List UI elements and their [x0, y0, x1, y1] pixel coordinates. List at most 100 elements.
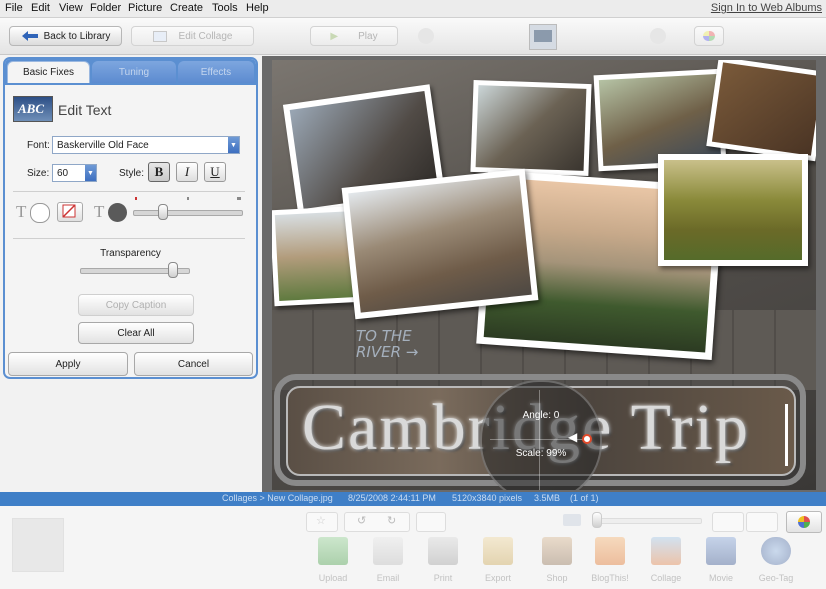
folder-icon [483, 537, 513, 565]
sign-in-link[interactable]: Sign In to Web Albums [711, 2, 822, 14]
outline-width-slider[interactable] [133, 210, 243, 216]
edit-collage-button[interactable]: Edit Collage [131, 26, 254, 46]
photo-tile[interactable] [470, 79, 592, 177]
no-outline-button[interactable] [57, 202, 83, 222]
blogthis-button[interactable]: BlogThis! [588, 537, 632, 583]
view-grid-button[interactable] [746, 512, 778, 532]
collage-button[interactable]: Collage [644, 537, 688, 583]
chevron-down-icon: ▼ [85, 165, 96, 181]
photo-tile[interactable] [341, 168, 539, 320]
menu-create[interactable]: Create [170, 2, 203, 14]
font-value: Baskerville Old Face [57, 139, 149, 151]
blogthis-label: BlogThis! [591, 573, 629, 583]
geo-tag-button[interactable]: Geo-Tag [754, 537, 798, 583]
copy-caption-button[interactable]: Copy Caption [78, 294, 194, 316]
no-color-icon [62, 204, 76, 218]
print-icon [428, 537, 458, 565]
status-filesize: 3.5MB [534, 493, 561, 503]
shop-label: Shop [546, 573, 568, 583]
underline-button[interactable]: U [204, 162, 226, 182]
text-color-t-icon: T [16, 202, 27, 221]
menu-file[interactable]: File [5, 2, 23, 14]
picasa-web-button[interactable] [786, 511, 822, 533]
menu-folder[interactable]: Folder [90, 2, 121, 14]
outline-color-swatch[interactable] [108, 203, 127, 222]
status-bar: Collages > New Collage.jpg 8/25/2008 2:4… [0, 492, 826, 506]
photo-tile[interactable] [706, 60, 816, 162]
movie-label: Movie [708, 573, 733, 583]
menu-bar: File Edit View Folder Picture Create Too… [0, 0, 826, 18]
tab-effects[interactable]: Effects [178, 61, 254, 83]
email-label: Email [376, 573, 400, 583]
movie-button[interactable]: Movie [699, 537, 743, 583]
slider-tick [187, 197, 189, 200]
email-button[interactable]: Email [366, 537, 410, 583]
photo-tray[interactable] [12, 518, 64, 572]
style-label: Style: [119, 168, 145, 179]
rotate-right-icon[interactable] [650, 28, 666, 44]
outline-slider-thumb[interactable] [158, 204, 168, 220]
tab-tuning[interactable]: Tuning [92, 61, 176, 83]
menu-edit[interactable]: Edit [31, 2, 50, 14]
zoom-slider-thumb[interactable] [592, 512, 602, 528]
rotate-left-icon[interactable] [418, 28, 434, 44]
upload-icon [318, 537, 348, 565]
size-select[interactable]: 60 ▼ [52, 164, 97, 182]
shop-button[interactable]: Shop [535, 537, 579, 583]
apply-button[interactable]: Apply [8, 352, 128, 376]
photo-image [348, 175, 532, 313]
play-icon: ▶ [330, 30, 339, 42]
play-label: Play [358, 30, 378, 42]
star-icon: ☆ [316, 515, 326, 527]
arrow-left-icon: ◀ [568, 430, 578, 444]
view-single-button[interactable] [712, 512, 744, 532]
transparency-slider-thumb[interactable] [168, 262, 178, 278]
italic-button[interactable]: I [176, 162, 198, 182]
menu-help[interactable]: Help [246, 2, 269, 14]
collage-canvas[interactable]: TO THE RIVER → Cambridge Trip Angle: 0 S… [262, 56, 826, 492]
tab-basic-fixes[interactable]: Basic Fixes [7, 61, 90, 83]
divider [13, 238, 245, 239]
upload-label: Upload [318, 573, 348, 583]
star-button[interactable]: ☆ [306, 512, 338, 532]
text-cursor [785, 404, 788, 466]
photo-image [598, 73, 722, 167]
menu-view[interactable]: View [59, 2, 83, 14]
status-dimensions: 5120x3840 pixels [452, 493, 523, 503]
play-button[interactable]: ▶ Play [310, 26, 398, 46]
status-count: (1 of 1) [570, 493, 599, 503]
photo-image [475, 85, 587, 171]
blogger-icon [595, 537, 625, 565]
upload-button[interactable]: Upload [311, 537, 355, 583]
rotate-buttons[interactable]: ↺ ↻ [344, 512, 410, 532]
rotate-scale-dial[interactable]: Angle: 0 Scale: 99% ◀ [480, 380, 602, 490]
panel-background [0, 382, 262, 492]
zoom-slider[interactable] [592, 518, 702, 524]
print-button[interactable]: Print [421, 537, 465, 583]
graffiti-text: TO THE RIVER → [356, 327, 419, 361]
export-button[interactable]: Export [476, 537, 520, 583]
font-select[interactable]: Baskerville Old Face ▼ [52, 136, 240, 154]
picasa-icon-button[interactable] [694, 26, 724, 46]
clear-all-button[interactable]: Clear All [78, 322, 194, 344]
rotate-ccw-icon: ↺ [357, 515, 367, 527]
filmstrip-thumbnail[interactable] [529, 24, 557, 50]
slider-tick [135, 197, 137, 200]
font-label: Font: [27, 140, 50, 151]
email-icon [373, 537, 403, 565]
text-color-swatch[interactable] [30, 203, 50, 223]
edit-collage-label: Edit Collage [178, 30, 233, 42]
divider [13, 191, 245, 192]
scale-readout: Scale: 99% [515, 448, 567, 459]
bold-button[interactable]: B [148, 162, 170, 182]
toolbar: Back to Library Edit Collage ▶ Play [0, 18, 826, 55]
photo-tile[interactable] [658, 154, 808, 266]
menu-picture[interactable]: Picture [128, 2, 162, 14]
cancel-button[interactable]: Cancel [134, 352, 253, 376]
rotate-handle[interactable] [582, 434, 592, 444]
tag-button[interactable] [416, 512, 446, 532]
abc-icon-letters: ABC [18, 101, 45, 116]
photo-image [711, 62, 816, 156]
menu-tools[interactable]: Tools [212, 2, 238, 14]
back-to-library-button[interactable]: Back to Library [9, 26, 122, 46]
